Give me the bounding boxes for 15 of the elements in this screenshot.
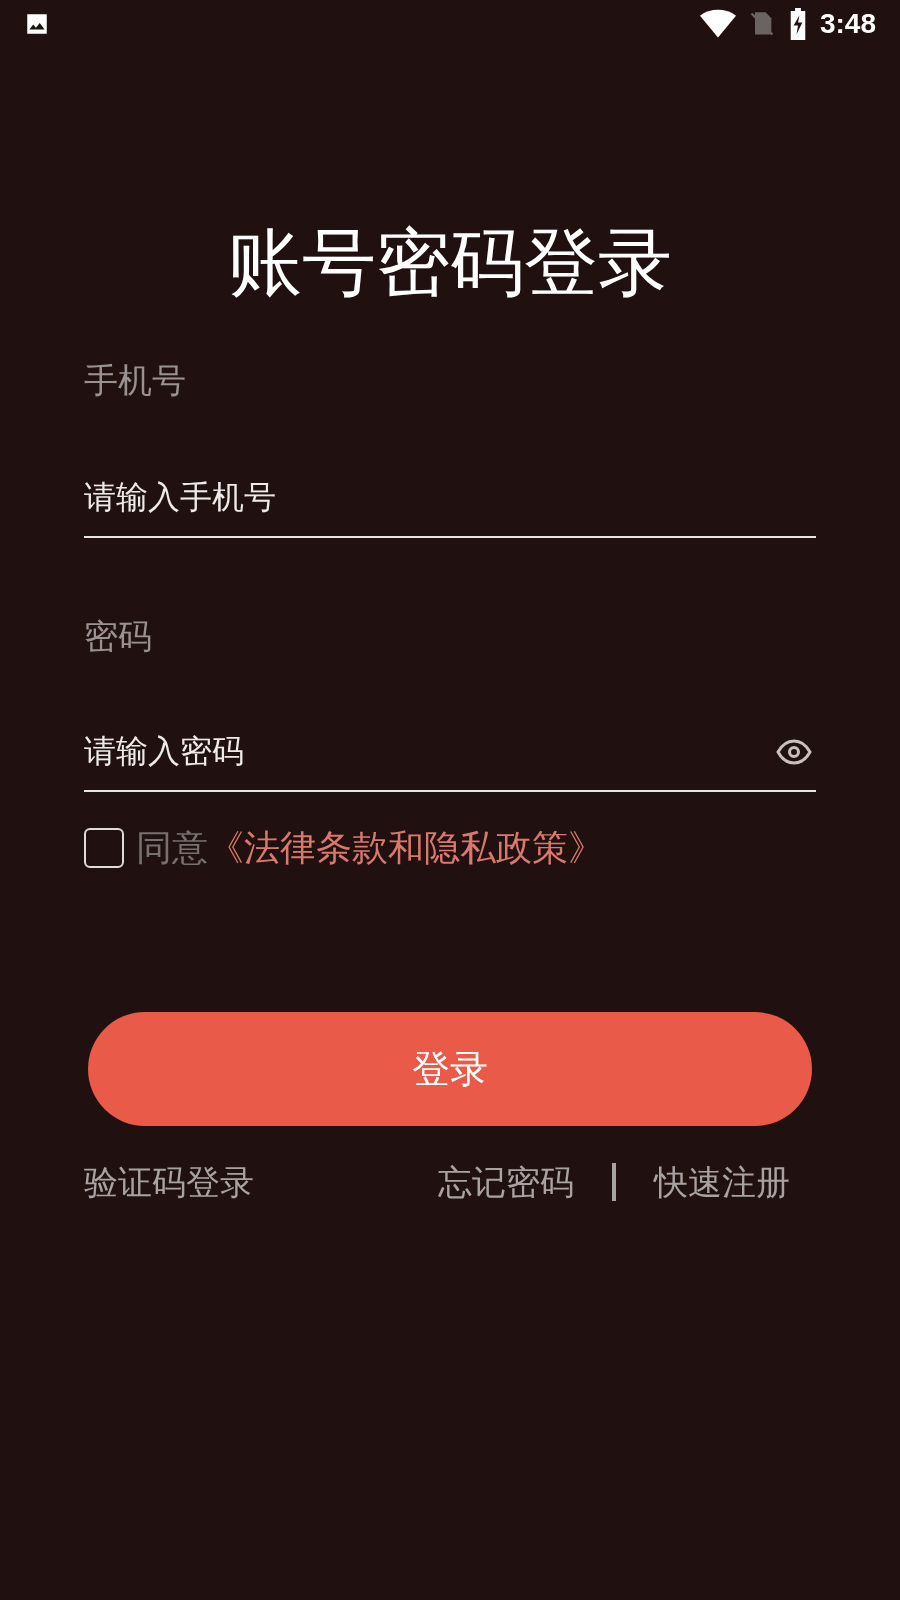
forgot-password-link[interactable]: 忘记密码 — [438, 1162, 574, 1202]
sms-login-link[interactable]: 验证码登录 — [84, 1162, 254, 1202]
page-title: 账号密码登录 — [227, 220, 673, 306]
password-input-field[interactable]: 请输入密码 — [84, 712, 816, 792]
password-label: 密码 — [84, 616, 152, 656]
wifi-icon — [699, 9, 736, 39]
phone-input-field[interactable]: 请输入手机号 — [84, 458, 816, 538]
register-link[interactable]: 快速注册 — [654, 1162, 790, 1202]
phone-label: 手机号 — [84, 360, 186, 400]
agreement-checkbox[interactable] — [84, 828, 124, 868]
terms-link[interactable]: 《法律条款和隐私政策》 — [208, 821, 604, 875]
eye-icon[interactable] — [776, 739, 812, 765]
image-icon — [24, 11, 50, 37]
agreement-text: 同意 — [136, 826, 208, 870]
status-time: 3:48 — [819, 7, 876, 41]
